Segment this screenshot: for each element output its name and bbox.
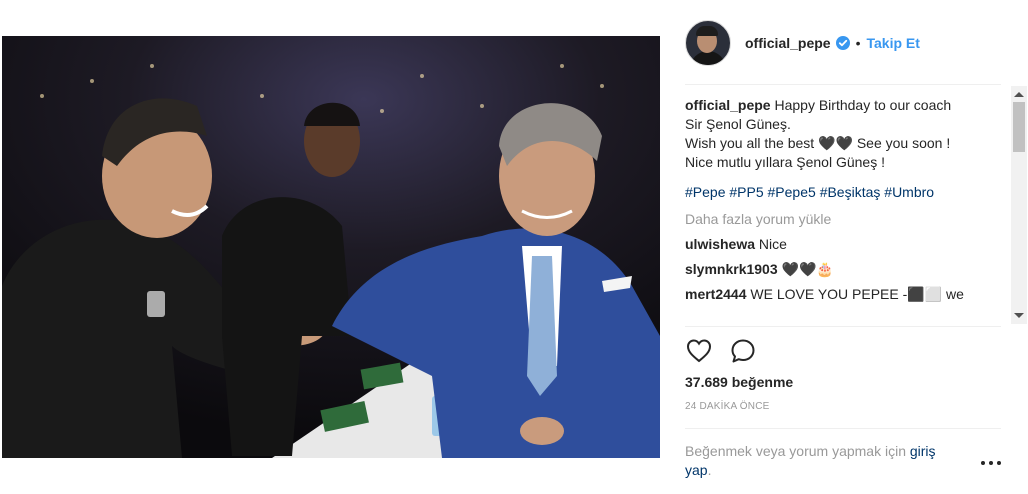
header-separator: •	[855, 35, 861, 51]
comment-icon[interactable]	[729, 337, 757, 365]
login-prompt-text: Beğenmek veya yorum yapmak için	[685, 443, 910, 459]
scroll-thumb[interactable]	[1013, 102, 1025, 152]
hashtag-link[interactable]: #Umbro	[884, 184, 934, 200]
actions-divider	[685, 326, 1001, 327]
comments-list[interactable]: official_pepe Happy Birthday to our coac…	[685, 96, 1003, 324]
heart-icon[interactable]	[685, 337, 713, 365]
hashtag-list: #Pepe #PP5 #Pepe5 #Beşiktaş #Umbro	[685, 183, 1003, 202]
comment-item: slymnkrk1903 🖤🖤🎂	[685, 260, 1003, 279]
scroll-down-arrow-icon[interactable]	[1014, 313, 1024, 318]
footer-divider	[685, 428, 1001, 429]
post-photo[interactable]	[2, 36, 660, 458]
comment-text: Nice	[758, 236, 787, 252]
photo-illustration	[2, 36, 660, 458]
caption-line-1: official_pepe Happy Birthday to our coac…	[685, 96, 1003, 115]
verified-badge-icon	[835, 36, 850, 50]
hashtag-link[interactable]: #Beşiktaş	[820, 184, 881, 200]
comment-username[interactable]: mert2444	[685, 286, 747, 302]
login-prompt: Beğenmek veya yorum yapmak için giriş ya…	[685, 442, 965, 480]
post-username[interactable]: official_pepe	[745, 35, 831, 51]
caption-username[interactable]: official_pepe	[685, 97, 771, 113]
load-more-comments[interactable]: Daha fazla yorum yükle	[685, 210, 1003, 229]
instagram-post: official_pepe • Takip Et official_pepe H…	[0, 0, 1028, 494]
post-timestamp[interactable]: 24 DAKİKA ÖNCE	[685, 401, 770, 412]
comment-username[interactable]: ulwishewa	[685, 236, 755, 252]
likes-count[interactable]: 37.689 beğenme	[685, 374, 793, 390]
header-divider	[685, 84, 1001, 85]
caption-text-1: Happy Birthday to our coach	[774, 97, 952, 113]
comment-item: ulwishewa Nice	[685, 235, 1003, 254]
avatar[interactable]	[685, 20, 731, 66]
hashtag-link[interactable]: #PP5	[729, 184, 763, 200]
post-sidebar: official_pepe • Takip Et official_pepe H…	[661, 0, 1027, 494]
caption-text-3: Wish you all the best 🖤🖤 See you soon !	[685, 135, 951, 151]
hashtag-link[interactable]: #Pepe5	[768, 184, 816, 200]
comment-text: WE LOVE YOU PEPEE -⬛⬜ we	[750, 286, 964, 302]
login-prompt-suffix: .	[707, 462, 712, 478]
caption-text-2: Sir Şenol Güneş.	[685, 116, 791, 132]
hashtag-link[interactable]: #Pepe	[685, 184, 725, 200]
scroll-up-arrow-icon[interactable]	[1014, 92, 1024, 97]
post-header: official_pepe • Takip Et	[685, 18, 1003, 68]
media-area	[0, 0, 660, 494]
comment-username[interactable]: slymnkrk1903	[685, 261, 778, 277]
caption-text-4: Nice mutlu yıllara Şenol Güneş !	[685, 154, 885, 170]
action-bar	[685, 336, 773, 366]
comment-text: 🖤🖤🎂	[781, 261, 834, 277]
more-options-icon[interactable]	[981, 457, 1001, 469]
comment-item: mert2444 WE LOVE YOU PEPEE -⬛⬜ we	[685, 285, 1003, 304]
follow-button[interactable]: Takip Et	[867, 35, 920, 51]
comments-scrollbar[interactable]	[1011, 86, 1027, 324]
